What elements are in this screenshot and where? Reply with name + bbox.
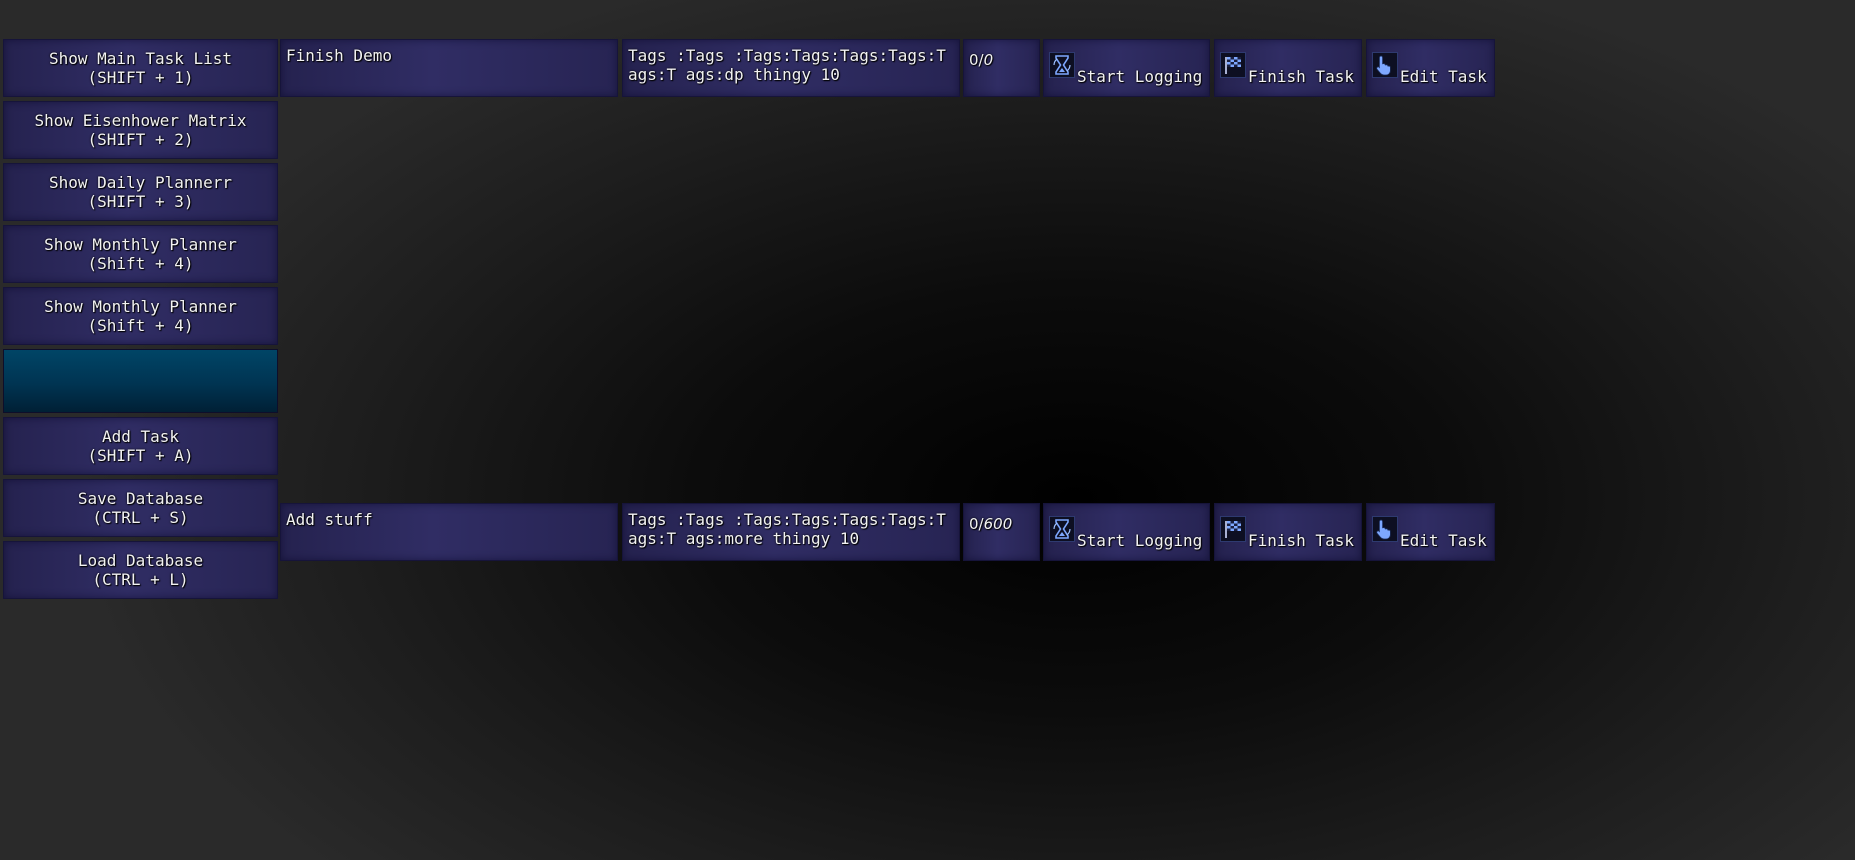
button-label: Finish Task xyxy=(1248,67,1354,86)
time-logged: 0/ xyxy=(969,51,984,69)
time-total: 600 xyxy=(983,515,1013,533)
show-monthly-planner-button[interactable]: Show Monthly Planner (Shift + 4) xyxy=(3,225,278,283)
button-shortcut: (SHIFT + A) xyxy=(87,446,194,465)
finish-task-button[interactable]: Finish Task xyxy=(1214,503,1362,561)
start-logging-button[interactable]: Start Logging xyxy=(1043,503,1210,561)
button-label: Show Monthly Planner xyxy=(44,235,237,254)
button-label: Add Task xyxy=(101,427,180,446)
show-monthly-planner-button-2[interactable]: Show Monthly Planner (Shift + 4) xyxy=(3,287,278,345)
show-main-task-list-button[interactable]: Show Main Task List (SHIFT + 1) xyxy=(3,39,278,97)
save-database-button[interactable]: Save Database (CTRL + S) xyxy=(3,479,278,537)
button-label: Show Main Task List xyxy=(48,49,233,68)
start-logging-button[interactable]: Start Logging xyxy=(1043,39,1210,97)
button-label: Edit Task xyxy=(1400,67,1487,86)
checkered-flag-icon xyxy=(1220,516,1246,542)
show-daily-planner-button[interactable]: Show Daily Plannerr (SHIFT + 3) xyxy=(3,163,278,221)
button-label: Load Database xyxy=(77,551,204,570)
button-shortcut: (Shift + 4) xyxy=(87,254,194,273)
time-total: 0 xyxy=(983,51,994,69)
task-tags: Tags :Tags :Tags:Tags:Tags:Tags:Tags:T a… xyxy=(622,503,960,561)
hourglass-icon xyxy=(1049,516,1075,542)
button-label: Finish Task xyxy=(1248,531,1354,550)
show-eisenhower-matrix-button[interactable]: Show Eisenhower Matrix (SHIFT + 2) xyxy=(3,101,278,159)
button-label: Show Eisenhower Matrix xyxy=(34,111,247,130)
checkered-flag-icon xyxy=(1220,52,1246,78)
hourglass-icon xyxy=(1049,52,1075,78)
button-label: Show Daily Plannerr xyxy=(48,173,233,192)
task-name: Add stuff xyxy=(280,503,618,561)
button-shortcut: (SHIFT + 3) xyxy=(87,192,194,211)
task-name: Finish Demo xyxy=(280,39,618,97)
button-label: Show Monthly Planner xyxy=(44,297,237,316)
sidebar-spacer xyxy=(3,349,278,413)
button-shortcut: (CTRL + L) xyxy=(92,570,189,589)
button-label: Save Database xyxy=(77,489,204,508)
button-label: Start Logging xyxy=(1077,531,1203,550)
edit-task-button[interactable]: Edit Task xyxy=(1366,39,1495,97)
task-time: 0/600 xyxy=(963,503,1040,561)
edit-task-button[interactable]: Edit Task xyxy=(1366,503,1495,561)
button-shortcut: (SHIFT + 1) xyxy=(87,68,194,87)
task-tags: Tags :Tags :Tags:Tags:Tags:Tags:Tags:T a… xyxy=(622,39,960,97)
pointing-hand-icon xyxy=(1372,52,1398,78)
button-shortcut: (CTRL + S) xyxy=(92,508,189,527)
button-label: Start Logging xyxy=(1077,67,1203,86)
button-label: Edit Task xyxy=(1400,531,1487,550)
task-time: 0/0 xyxy=(963,39,1040,97)
time-logged: 0/ xyxy=(969,515,984,533)
button-shortcut: (Shift + 4) xyxy=(87,316,194,335)
finish-task-button[interactable]: Finish Task xyxy=(1214,39,1362,97)
button-shortcut: (SHIFT + 2) xyxy=(87,130,194,149)
load-database-button[interactable]: Load Database (CTRL + L) xyxy=(3,541,278,599)
pointing-hand-icon xyxy=(1372,516,1398,542)
add-task-button[interactable]: Add Task (SHIFT + A) xyxy=(3,417,278,475)
